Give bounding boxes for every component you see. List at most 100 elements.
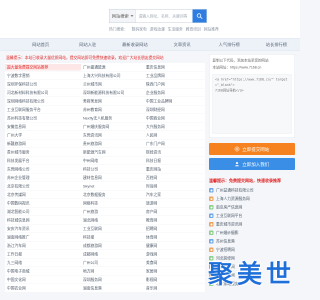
- latest-site-item[interactable]: 广州益通科技有限公司: [209, 186, 295, 195]
- listing-link[interactable]: 深圳新能源科技有限公司: [81, 90, 144, 96]
- listing-link[interactable]: 中国商业网: [144, 115, 205, 121]
- listing-link[interactable]: 大兴服务网: [144, 124, 205, 130]
- listing-link[interactable]: 新能源汽车网: [81, 149, 144, 155]
- hot-search-link[interactable]: 教育培训: [186, 27, 201, 32]
- listing-link[interactable]: 苏州教育网: [81, 107, 144, 113]
- listing-link[interactable]: 广东门户网: [144, 141, 205, 147]
- link-code-box[interactable]: <a href="https://www.7168.cn/" target="_…: [212, 74, 292, 134]
- listing-link[interactable]: Nexfly无人机服务: [81, 115, 144, 121]
- hot-search-link[interactable]: 生活服务: [168, 27, 183, 32]
- listing-link[interactable]: 工业互联网: [81, 226, 144, 232]
- listing-link[interactable]: 东莞资讯网: [81, 132, 144, 138]
- hot-search-link[interactable]: 游戏动漫: [150, 27, 165, 32]
- listing-link[interactable]: 科技报: [81, 234, 144, 240]
- listing-link[interactable]: 深圳财经网: [144, 107, 205, 113]
- listing-link[interactable]: 成都旅游网: [81, 243, 144, 249]
- listing-link[interactable]: 科技发展平台: [5, 158, 81, 164]
- listing-link[interactable]: 企业服务网: [144, 90, 205, 96]
- listing-link[interactable]: 陕西门户网: [144, 81, 205, 87]
- listing-link[interactable]: 中国文化网: [5, 277, 81, 283]
- listing-link[interactable]: 湖北网络: [81, 217, 144, 223]
- listing-link[interactable]: 北京数据服务: [81, 192, 144, 198]
- listing-link[interactable]: 建材信息网: [81, 175, 144, 181]
- listing-link[interactable]: 安庆汽车资讯: [5, 226, 81, 232]
- listing-link[interactable]: 人民网: [144, 132, 205, 138]
- listing-link[interactable]: 贵州旅游网: [81, 141, 144, 147]
- listing-link[interactable]: 苏州科技有限公司: [5, 115, 81, 121]
- listing-link[interactable]: 超大量免费提交网站推荐: [5, 63, 81, 71]
- latest-site-item[interactable]: 工业互联网平台: [209, 212, 295, 221]
- listing-link[interactable]: 旅游网: [144, 200, 205, 206]
- search-input[interactable]: [136, 9, 193, 23]
- listing-link[interactable]: 湖南信息港: [81, 285, 144, 291]
- listing-link[interactable]: 深圳网络科技有限公司: [5, 98, 81, 104]
- listing-link[interactable]: 游戏网: [144, 251, 205, 257]
- listing-link[interactable]: 成都网络: [81, 251, 144, 257]
- search-button[interactable]: [192, 9, 207, 23]
- listing-link[interactable]: 科技日报: [144, 158, 205, 164]
- listing-link[interactable]: 广州大学: [5, 132, 81, 138]
- listing-link[interactable]: 广州婚庆服务网: [81, 124, 144, 130]
- submit-site-button[interactable]: 立即提交网站: [209, 143, 295, 155]
- listing-link[interactable]: 九三网络: [5, 260, 81, 266]
- listing-link[interactable]: 中州网络: [81, 158, 144, 164]
- nav-item-ranking[interactable]: 站长排行榜: [253, 42, 300, 48]
- listing-link[interactable]: 地方网: [81, 268, 144, 274]
- listing-link[interactable]: 影视网: [144, 277, 205, 283]
- listing-link[interactable]: 中国数码视讯: [5, 200, 81, 206]
- listing-link[interactable]: 中国农业网: [5, 285, 81, 291]
- nav-item-latest[interactable]: 最新收录网站: [111, 42, 158, 48]
- listing-link[interactable]: 河北新材料科技有限公司: [5, 90, 81, 96]
- latest-site-item[interactable]: 广州婚纱摄影: [209, 229, 295, 238]
- latest-site-item[interactable]: 宁波招聘网: [209, 246, 295, 255]
- listing-link[interactable]: 财经资讯: [144, 149, 205, 155]
- listing-link[interactable]: 美容美发网: [81, 98, 144, 104]
- listing-link[interactable]: 工作日报: [5, 251, 81, 257]
- search-scope-select[interactable]: 网站搜索: [109, 9, 136, 23]
- listing-link[interactable]: 健康网: [144, 243, 205, 249]
- listing-link[interactable]: 中国工业品牌网: [144, 98, 205, 104]
- listing-link[interactable]: 房产网: [144, 209, 205, 215]
- listing-link[interactable]: 工业互联网服务平台: [5, 107, 81, 113]
- listing-link[interactable]: 美食网: [144, 260, 205, 266]
- listing-link[interactable]: 广州旅游: [81, 209, 144, 215]
- hot-search-link[interactable]: 数码家电: [132, 27, 147, 32]
- listing-link[interactable]: 贵州城市服务: [5, 149, 81, 155]
- hot-search-link[interactable]: 网站推荐: [204, 27, 219, 32]
- listing-link[interactable]: 中国电子商城: [5, 268, 81, 274]
- nav-item-join[interactable]: 网站入驻: [64, 42, 111, 48]
- listing-link[interactable]: 体育网: [144, 234, 205, 240]
- listing-link[interactable]: 北京传媒网: [5, 192, 81, 198]
- listing-link[interactable]: 工业品牌网: [144, 73, 205, 79]
- listing-link[interactable]: 深圳环保科技公司: [5, 81, 81, 87]
- join-us-button[interactable]: 立即加入我们: [209, 158, 295, 170]
- latest-site-item[interactable]: 苏州信息港: [209, 237, 295, 246]
- listing-link[interactable]: 安徽信息网: [5, 124, 81, 130]
- listing-link[interactable]: 科技城信息网: [5, 217, 81, 223]
- nav-item-popular[interactable]: 人气排行榜: [206, 42, 253, 48]
- listing-link[interactable]: 湖南网络推广: [5, 234, 81, 240]
- listing-link[interactable]: 深圳服务网: [81, 277, 144, 283]
- listing-link[interactable]: 重庆网站: [144, 166, 205, 172]
- listing-link[interactable]: 网络科技: [81, 200, 144, 206]
- listing-link[interactable]: Skynet: [81, 184, 144, 189]
- listing-link[interactable]: 湖北智能公司: [5, 209, 81, 215]
- listing-link[interactable]: 广州公司: [81, 260, 144, 266]
- listing-link[interactable]: 汽车之家: [144, 192, 205, 198]
- latest-site-item[interactable]: 重庆城市资讯网: [209, 220, 295, 229]
- listing-link[interactable]: 音乐网: [144, 285, 205, 291]
- listing-link[interactable]: 家居网: [144, 268, 205, 274]
- listing-link[interactable]: 教育网: [144, 217, 205, 223]
- listing-link[interactable]: 百姓网: [144, 175, 205, 181]
- listing-link[interactable]: 招聘网: [144, 226, 205, 232]
- listing-link[interactable]: 科技公司: [81, 166, 144, 172]
- listing-link[interactable]: 浙江汽车网: [5, 243, 81, 249]
- listing-link[interactable]: 苏州企业管理: [5, 175, 81, 181]
- listing-link[interactable]: 上海大兴科技有限公司: [81, 73, 144, 79]
- listing-link[interactable]: 时尚网: [144, 183, 205, 189]
- latest-site-item[interactable]: 南京房产信息网: [209, 203, 295, 212]
- listing-link[interactable]: 北京有限公司: [5, 183, 81, 189]
- listing-link[interactable]: 广州盛通能源: [81, 64, 144, 70]
- nav-item-articles[interactable]: 文章资讯: [158, 42, 205, 48]
- latest-site-item[interactable]: 上海人力资源服务网: [209, 195, 295, 204]
